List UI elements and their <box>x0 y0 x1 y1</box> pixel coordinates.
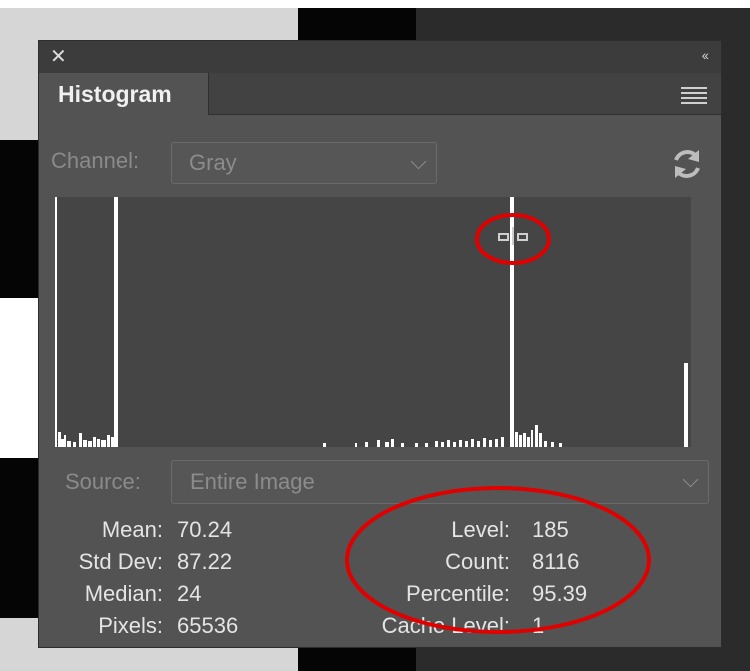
stat-count: Count: 8116 <box>339 549 719 579</box>
refresh-icon[interactable] <box>670 147 704 181</box>
stat-label: Pixels: <box>98 613 163 638</box>
stat-cache-level: Cache Level: 1 <box>339 613 719 643</box>
stat-label: Std Dev: <box>78 549 163 574</box>
histogram-panel: ✕ ‹‹ Histogram Channel: Gray Source: Ent… <box>38 40 722 648</box>
source-dropdown[interactable]: Entire Image <box>171 460 709 504</box>
stat-label: Cache Level: <box>381 613 510 638</box>
channel-label: Channel: <box>51 148 140 173</box>
stat-label: Mean: <box>101 517 163 542</box>
stat-value: 65536 <box>177 613 239 638</box>
tab-label: Histogram <box>58 81 172 107</box>
stat-std-dev: Std Dev: 87.22 <box>39 549 359 579</box>
background-left-mid <box>0 298 40 458</box>
stat-value: 95.39 <box>532 581 588 606</box>
panel-titlebar[interactable]: ✕ ‹‹ <box>39 41 721 73</box>
stat-value: 24 <box>177 581 202 606</box>
background-top-strip <box>0 0 750 8</box>
channel-dropdown[interactable]: Gray <box>171 142 437 184</box>
histogram-cursor <box>498 227 528 245</box>
stat-label: Percentile: <box>406 581 510 606</box>
stat-label: Count: <box>445 549 510 574</box>
close-icon[interactable]: ✕ <box>50 45 67 69</box>
chevron-down-icon <box>682 471 699 488</box>
tab-row: Histogram <box>39 73 721 115</box>
chevron-down-icon <box>410 153 427 170</box>
stat-label: Level: <box>451 517 510 542</box>
stat-label: Median: <box>84 581 163 606</box>
stat-value: 8116 <box>532 549 580 574</box>
stat-value: 1 <box>532 613 545 638</box>
stat-value: 185 <box>532 517 569 542</box>
stat-value: 70.24 <box>177 517 233 542</box>
stat-mean: Mean: 70.24 <box>39 517 359 547</box>
source-label: Source: <box>65 469 141 494</box>
panel-menu-icon[interactable] <box>681 87 707 104</box>
histogram-graph[interactable] <box>55 197 691 447</box>
stat-level: Level: 185 <box>339 517 719 547</box>
stat-median: Median: 24 <box>39 581 359 611</box>
stat-percentile: Percentile: 95.39 <box>339 581 719 611</box>
stat-value: 87.22 <box>177 549 233 574</box>
tab-histogram[interactable]: Histogram <box>39 73 209 115</box>
channel-value: Gray <box>189 150 237 175</box>
histogram-bars <box>55 197 688 447</box>
stat-pixels: Pixels: 65536 <box>39 613 359 643</box>
source-value: Entire Image <box>190 469 315 494</box>
collapse-icon[interactable]: ‹‹ <box>702 47 709 63</box>
